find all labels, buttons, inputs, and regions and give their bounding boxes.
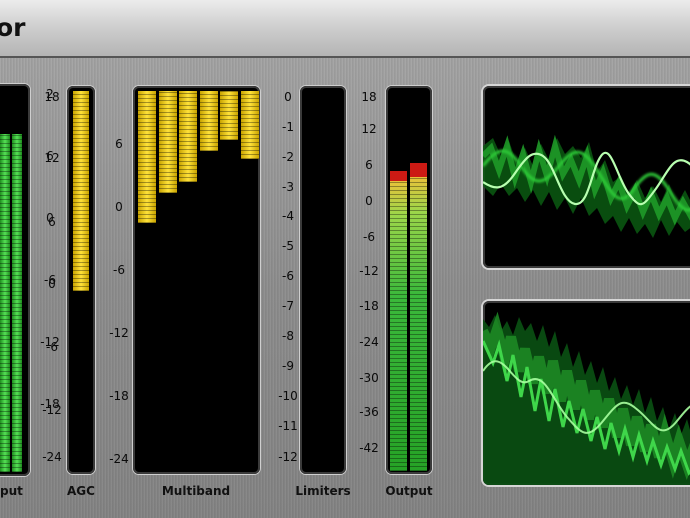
multiband-meter-bar-6: [240, 91, 259, 160]
multiband-tick: -24: [109, 452, 129, 466]
multiband-meter-bar-3: [179, 91, 197, 182]
window-title: or: [0, 13, 26, 42]
input-meter-bar-left: [0, 134, 10, 472]
output-tick: 18: [361, 90, 377, 104]
input-meter-label: put: [0, 484, 23, 498]
multiband-tick: -6: [113, 263, 125, 277]
oscilloscope-waveform: [483, 134, 690, 238]
multiband-tick: -18: [109, 389, 129, 403]
input-meter: [0, 84, 30, 476]
output-tick: 12: [361, 122, 377, 136]
output-tick: -30: [359, 371, 379, 385]
multiband-meter-bar-1: [138, 91, 156, 224]
agc-meter: [67, 86, 95, 474]
spectrum-display: [483, 301, 690, 485]
limiters-meter: [300, 86, 346, 474]
agc-tick: -6: [46, 340, 58, 354]
multiband-meter-bar-4: [199, 91, 218, 152]
output-tick: -6: [363, 230, 375, 244]
agc-meter-label: AGC: [67, 484, 95, 498]
agc-tick: 18: [44, 90, 60, 104]
agc-tick: 12: [44, 151, 60, 165]
multiband-tick: 0: [115, 200, 123, 214]
output-peak-indicator-left: [390, 170, 407, 181]
output-meter-bar-left: [390, 180, 407, 471]
output-tick: -42: [359, 441, 379, 455]
output-peak-indicator-right: [410, 162, 427, 177]
processor-panel: 2 6 0 -6 -12 -18 put 18 12 6 0 -6 -12 -2…: [0, 58, 690, 518]
agc-meter-bar: [73, 91, 89, 292]
agc-tick: 6: [48, 215, 56, 229]
output-tick: -18: [359, 299, 379, 313]
multiband-tick: 6: [115, 137, 123, 151]
input-meter-bar-right: [12, 134, 22, 472]
agc-tick: -24: [42, 450, 62, 464]
agc-tick: 0: [48, 277, 56, 291]
output-meter: [386, 86, 432, 474]
output-meter-bar-right: [410, 176, 427, 471]
multiband-tick: -12: [109, 326, 129, 340]
output-tick: -36: [359, 405, 379, 419]
multiband-meter-bar-5: [220, 91, 238, 141]
output-tick: 0: [365, 194, 373, 208]
output-tick: -24: [359, 335, 379, 349]
spectrum-waveform: [483, 311, 690, 485]
agc-tick: -12: [42, 403, 62, 417]
multiband-meter-label: Multiband: [161, 484, 231, 498]
output-meter-label: Output: [385, 484, 433, 498]
title-bar: or: [0, 0, 690, 58]
output-tick: 6: [365, 158, 373, 172]
multiband-meter: [133, 86, 260, 474]
oscilloscope-display: [483, 86, 690, 268]
multiband-meter-bar-2: [158, 91, 177, 194]
limiters-meter-label: Limiters: [295, 484, 351, 498]
output-tick: -12: [359, 264, 379, 278]
